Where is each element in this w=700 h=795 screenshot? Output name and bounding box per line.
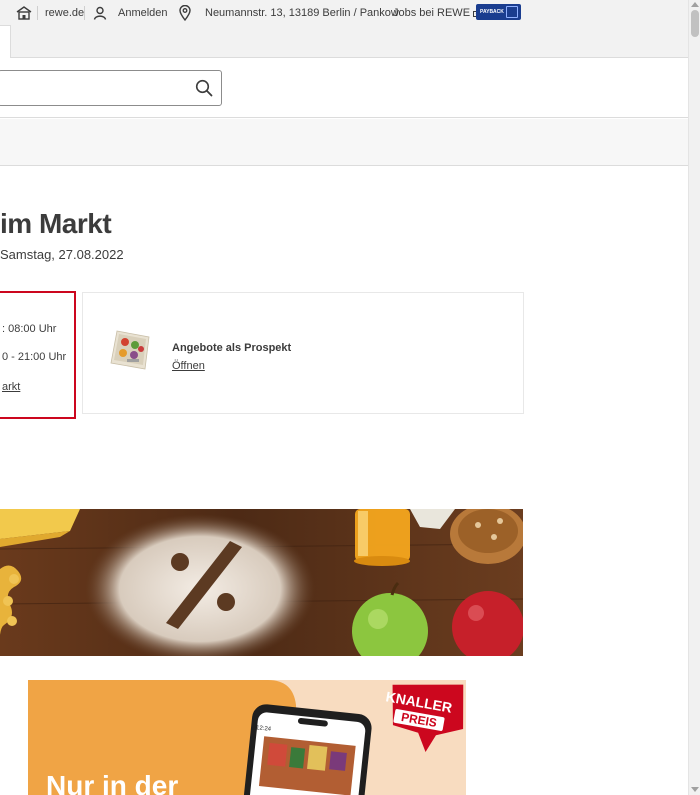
user-icon — [93, 6, 107, 20]
header-tab-row — [0, 25, 688, 58]
scroll-up-arrow-icon[interactable] — [691, 2, 699, 7]
header-search-row — [0, 58, 688, 118]
rewe-home-link[interactable]: rewe.de — [45, 4, 84, 22]
home-link-label: rewe.de — [45, 7, 85, 19]
brochure-thumbnail — [109, 327, 153, 371]
page-scrollbar[interactable] — [688, 0, 700, 795]
home-link[interactable] — [16, 4, 32, 22]
app-promo-teaser[interactable]: KNALLER PREIS 12:24 Nur in der — [28, 680, 466, 795]
offers-banner-image[interactable] — [0, 509, 523, 656]
location-pin-icon — [179, 5, 191, 21]
prospekt-title: Angebote als Prospekt — [172, 342, 292, 354]
opening-hours-line: : 08:00 Uhr — [2, 323, 57, 335]
divider — [84, 6, 85, 20]
opening-hours-card: : 08:00 Uhr 0 - 21:00 Uhr arkt — [0, 291, 76, 419]
header-tab[interactable] — [0, 25, 11, 58]
jobs-link[interactable]: Jobs bei REWE — [393, 4, 481, 22]
page-date: Samstag, 27.08.2022 — [0, 247, 124, 262]
page-title: im Markt — [0, 208, 112, 239]
prospekt-card[interactable]: Angebote als Prospekt Öffnen — [82, 292, 524, 414]
scroll-down-arrow-icon[interactable] — [691, 787, 699, 792]
divider — [37, 6, 38, 20]
login-label: Anmelden — [118, 7, 168, 19]
search-input[interactable] — [0, 70, 222, 106]
opening-hours-line: 0 - 21:00 Uhr — [2, 351, 67, 363]
category-nav-row — [0, 119, 688, 166]
payback-logo[interactable]: PAYBACK — [476, 4, 521, 20]
payback-mark — [506, 6, 518, 18]
market-link[interactable]: arkt — [2, 381, 20, 393]
market-address-link[interactable]: Neumannstr. 13, 13189 Berlin / Pankow — [179, 4, 399, 22]
promo-headline: Nur in der — [46, 770, 179, 795]
payback-label: PAYBACK — [480, 9, 504, 15]
login-link[interactable]: Anmelden — [93, 4, 168, 22]
prospekt-open-link[interactable]: Öffnen — [172, 360, 205, 372]
search-icon[interactable] — [195, 79, 213, 102]
scrollbar-thumb[interactable] — [691, 10, 699, 37]
market-address: Neumannstr. 13, 13189 Berlin / Pankow — [205, 7, 399, 19]
top-utility-bar: rewe.de Anmelden Neumannstr. 13, 13189 B… — [0, 0, 688, 25]
home-icon — [16, 6, 32, 20]
jobs-label: Jobs bei REWE — [393, 7, 471, 19]
